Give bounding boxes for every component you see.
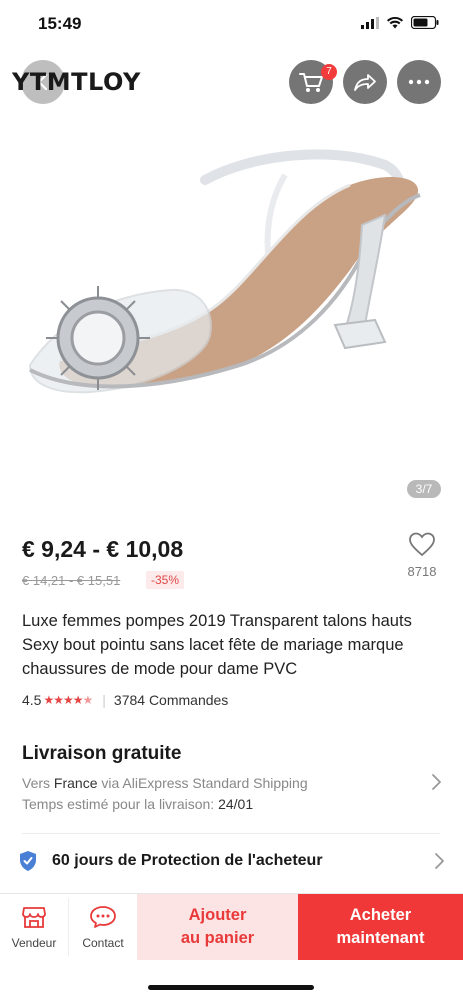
store-brand-logo: YTMTLOY — [12, 68, 141, 96]
wishlist-count: 8718 — [407, 564, 437, 579]
more-options-button[interactable] — [397, 60, 441, 104]
home-indicator[interactable] — [148, 985, 314, 990]
delivery-date: 24/01 — [218, 796, 254, 812]
share-icon — [354, 74, 376, 91]
cart-count-badge: 7 — [321, 64, 337, 80]
rating-row[interactable]: 4.5 ★★★★★ | 3784 Commandes — [22, 692, 228, 708]
status-time: 15:49 — [38, 14, 82, 33]
original-price: € 14,21 - € 15,51 — [22, 573, 121, 588]
rating-value: 4.5 — [22, 692, 42, 708]
discount-badge: -35% — [146, 571, 185, 589]
rating-separator: | — [102, 692, 106, 708]
buy-line2: maintenant — [336, 929, 425, 947]
contact-label: Contact — [82, 936, 124, 950]
image-counter: 3/7 — [407, 480, 441, 498]
store-icon — [22, 907, 46, 928]
top-bar: YTMTLOY 7 — [0, 56, 463, 108]
share-button[interactable] — [343, 60, 387, 104]
signal-icon — [361, 16, 379, 29]
vendor-label: Vendeur — [11, 936, 57, 950]
section-divider — [22, 833, 440, 834]
cart-icon — [299, 73, 323, 92]
shipping-country: France — [53, 775, 98, 791]
product-title: Luxe femmes pompes 2019 Transparent talo… — [22, 612, 412, 678]
chat-icon — [90, 906, 116, 928]
buy-now-button[interactable]: Acheter maintenant — [298, 894, 463, 960]
bottom-action-bar: Vendeur Contact Ajouter au panier Achete… — [0, 893, 463, 960]
buy-line1: Acheter — [349, 906, 412, 924]
transparent-heel-shoe-image — [0, 120, 463, 510]
protection-label: 60 jours de Protection de l'acheteur — [52, 852, 323, 869]
orders-count: 3784 Commandes — [113, 692, 229, 708]
battery-icon — [411, 16, 439, 29]
add-to-cart-button[interactable]: Ajouter au panier — [137, 894, 298, 960]
vendor-button[interactable]: Vendeur — [0, 894, 68, 960]
shipping-destination[interactable]: Vers France via AliExpress Standard Ship… — [22, 775, 308, 791]
wifi-icon — [387, 16, 403, 28]
buyer-protection-row[interactable]: 60 jours de Protection de l'acheteur — [18, 848, 445, 874]
shipping-title: Livraison gratuite — [22, 743, 182, 764]
chevron-right-icon[interactable] — [430, 773, 442, 791]
heart-icon — [409, 532, 435, 557]
price-range: € 9,24 - € 10,08 — [22, 536, 184, 562]
add-cart-line2: au panier — [180, 929, 255, 947]
chevron-right-icon — [435, 853, 444, 869]
cart-button[interactable]: 7 — [289, 60, 337, 104]
status-icons — [361, 16, 439, 29]
product-image[interactable] — [0, 120, 463, 510]
status-bar: 15:49 — [0, 0, 463, 48]
shipping-method: via AliExpress Standard Shipping — [101, 775, 308, 791]
contact-button[interactable]: Contact — [69, 894, 137, 960]
add-cart-line1: Ajouter — [188, 906, 247, 924]
wishlist-button[interactable]: 8718 — [404, 532, 440, 579]
rating-stars: ★★★★★ — [43, 693, 93, 707]
more-icon — [408, 79, 430, 85]
shield-icon — [20, 851, 36, 871]
delivery-estimate: Temps estimé pour la livraison: 24/01 — [22, 796, 254, 812]
